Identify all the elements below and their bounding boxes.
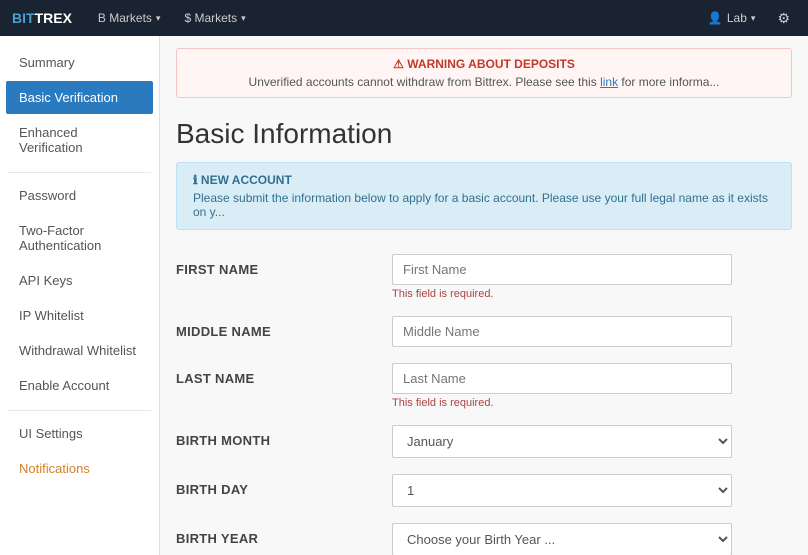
usd-markets-chevron: ▾ <box>241 13 246 24</box>
sidebar-item-ui-settings[interactable]: UI Settings <box>6 417 153 450</box>
birth-day-field: 12345 678910 1112131415 1617181920 21222… <box>392 474 792 507</box>
middle-name-row: MIDDLE NAME <box>176 316 792 347</box>
sidebar-item-enable-account[interactable]: Enable Account <box>6 369 153 402</box>
sidebar-group-verification: Summary Basic Verification Enhanced Veri… <box>0 46 159 164</box>
usd-markets-menu[interactable]: $ Markets ▾ <box>174 0 255 36</box>
birth-month-field: JanuaryFebruaryMarch AprilMayJune JulyAu… <box>392 425 792 458</box>
user-label: Lab <box>727 11 747 25</box>
sidebar-item-password[interactable]: Password <box>6 179 153 212</box>
info-box-text: Please submit the information below to a… <box>193 191 775 219</box>
first-name-error: This field is required. <box>392 288 792 300</box>
b-markets-menu[interactable]: B Markets ▾ <box>88 0 171 36</box>
info-box: NEW ACCOUNT Please submit the informatio… <box>176 162 792 230</box>
sidebar: Summary Basic Verification Enhanced Veri… <box>0 36 160 555</box>
sidebar-item-api-keys[interactable]: API Keys <box>6 264 153 297</box>
warning-text-after: for more informa... <box>621 75 719 89</box>
user-menu[interactable]: 👤 Lab ▾ <box>700 11 764 25</box>
last-name-row: LAST NAME This field is required. <box>176 363 792 409</box>
warning-title: WARNING ABOUT DEPOSITS <box>193 57 775 71</box>
sidebar-item-two-factor[interactable]: Two-Factor Authentication <box>6 214 153 262</box>
usd-markets-label: $ Markets <box>184 11 237 25</box>
topnav-menu: B Markets ▾ $ Markets ▾ <box>88 0 700 36</box>
birth-month-select[interactable]: JanuaryFebruaryMarch AprilMayJune JulyAu… <box>392 425 732 458</box>
birth-month-row: BIRTH MONTH JanuaryFebruaryMarch AprilMa… <box>176 425 792 458</box>
b-markets-chevron: ▾ <box>156 13 161 24</box>
sidebar-divider-1 <box>8 172 151 173</box>
first-name-input[interactable] <box>392 254 732 285</box>
birth-year-label: BIRTH YEAR <box>176 523 376 546</box>
sidebar-item-enhanced-verification[interactable]: Enhanced Verification <box>6 116 153 164</box>
birth-month-label: BIRTH MONTH <box>176 425 376 448</box>
warning-link[interactable]: link <box>600 75 618 89</box>
last-name-label: LAST NAME <box>176 363 376 386</box>
last-name-field: This field is required. <box>392 363 792 409</box>
user-icon: 👤 <box>708 11 723 25</box>
main-content: WARNING ABOUT DEPOSITS Unverified accoun… <box>160 36 808 555</box>
warning-banner: WARNING ABOUT DEPOSITS Unverified accoun… <box>176 48 792 98</box>
birth-year-select[interactable]: Choose your Birth Year ... <box>392 523 732 555</box>
first-name-field: This field is required. <box>392 254 792 300</box>
sidebar-item-basic-verification[interactable]: Basic Verification <box>6 81 153 114</box>
middle-name-input[interactable] <box>392 316 732 347</box>
first-name-label: FIRST NAME <box>176 254 376 277</box>
sidebar-group-settings: UI Settings Notifications <box>0 417 159 485</box>
form-area: FIRST NAME This field is required. MIDDL… <box>160 246 808 555</box>
logo: BITTREX <box>12 10 72 26</box>
b-markets-label: B Markets <box>98 11 152 25</box>
sidebar-item-summary[interactable]: Summary <box>6 46 153 79</box>
warning-text: Unverified accounts cannot withdraw from… <box>193 75 775 89</box>
user-chevron: ▾ <box>751 13 756 24</box>
birth-day-select[interactable]: 12345 678910 1112131415 1617181920 21222… <box>392 474 732 507</box>
info-box-title: NEW ACCOUNT <box>193 173 775 187</box>
page-title: Basic Information <box>160 110 808 162</box>
topnav-right: 👤 Lab ▾ ⚙ <box>700 10 796 27</box>
topnav: BITTREX B Markets ▾ $ Markets ▾ 👤 Lab ▾ … <box>0 0 808 36</box>
sidebar-item-withdrawal-whitelist[interactable]: Withdrawal Whitelist <box>6 334 153 367</box>
sidebar-item-notifications[interactable]: Notifications <box>6 452 153 485</box>
middle-name-label: MIDDLE NAME <box>176 316 376 339</box>
layout: Summary Basic Verification Enhanced Veri… <box>0 36 808 555</box>
sidebar-item-ip-whitelist[interactable]: IP Whitelist <box>6 299 153 332</box>
middle-name-field <box>392 316 792 347</box>
last-name-error: This field is required. <box>392 397 792 409</box>
birth-day-row: BIRTH DAY 12345 678910 1112131415 161718… <box>176 474 792 507</box>
sidebar-group-security: Password Two-Factor Authentication API K… <box>0 179 159 402</box>
first-name-row: FIRST NAME This field is required. <box>176 254 792 300</box>
birth-year-row: BIRTH YEAR Choose your Birth Year ... Th… <box>176 523 792 555</box>
last-name-input[interactable] <box>392 363 732 394</box>
warning-text-before: Unverified accounts cannot withdraw from… <box>249 75 597 89</box>
settings-icon[interactable]: ⚙ <box>771 10 796 27</box>
birth-day-label: BIRTH DAY <box>176 474 376 497</box>
birth-year-field: Choose your Birth Year ... This field is… <box>392 523 792 555</box>
sidebar-divider-2 <box>8 410 151 411</box>
